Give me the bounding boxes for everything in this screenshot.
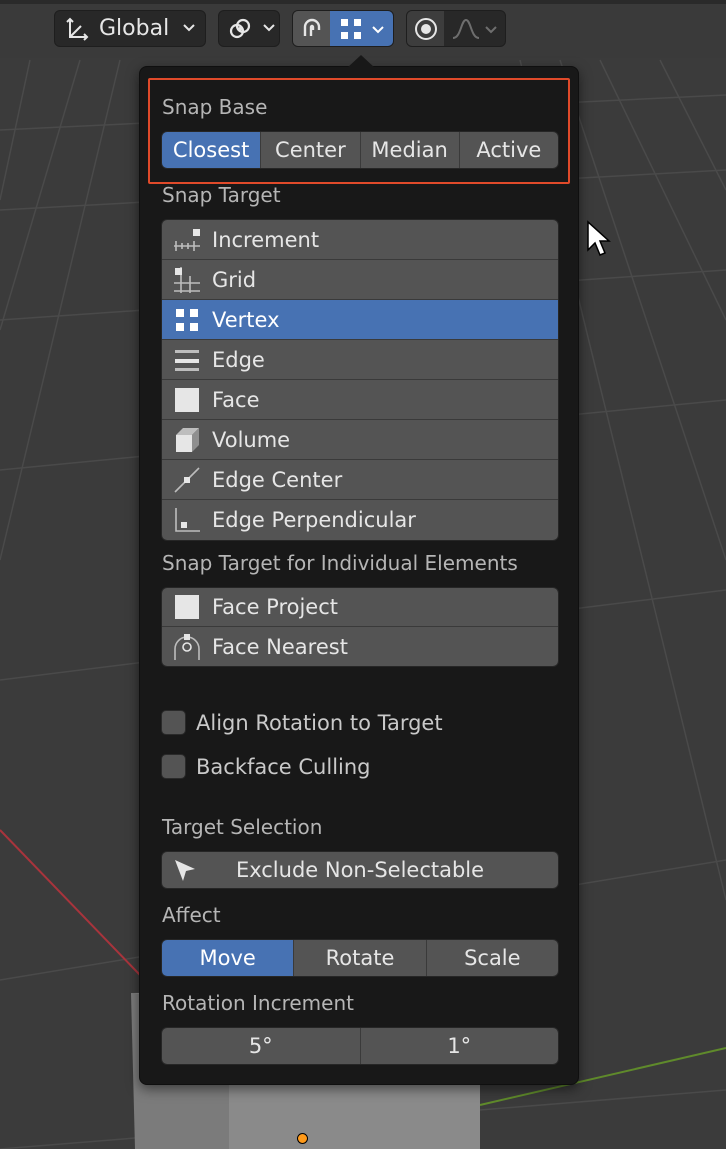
snap-target-face[interactable]: Face [162,380,558,420]
cursor-arrow-icon [162,857,206,883]
snap-target-label: Snap Target [162,183,281,207]
mouse-cursor-icon [586,220,612,262]
rotation-increment-fine[interactable]: 1° [360,1028,558,1064]
backface-culling-label: Backface Culling [196,754,371,779]
falloff-curve-icon [452,18,479,39]
snap-target-edge-label: Edge [212,347,265,372]
snap-target-list: Increment Grid Vertex Edge Face Volume E… [161,219,559,541]
rotation-increment-label: Rotation Increment [162,991,354,1015]
snap-target-volume[interactable]: Volume [162,420,558,460]
snap-target-edge[interactable]: Edge [162,340,558,380]
viewport-header: Global [0,0,726,58]
header-top-edge [0,0,726,4]
snap-face-nearest[interactable]: Face Nearest [162,627,558,666]
snap-base-median[interactable]: Median [360,132,460,168]
snap-base-closest[interactable]: Closest [162,132,262,168]
snap-base-label: Snap Base [162,95,268,119]
snap-target-vertex[interactable]: Vertex [162,300,558,340]
snap-target-increment[interactable]: Increment [162,220,558,260]
snap-target-edge-perpendicular[interactable]: Edge Perpendicular [162,500,558,540]
snap-toggle-button[interactable] [293,11,331,46]
snap-base-active[interactable]: Active [459,132,558,168]
affect-move[interactable]: Move [162,940,295,976]
edge-icon [162,340,212,379]
align-rotation-row[interactable]: Align Rotation to Target [161,710,443,735]
transform-orientation-dropdown[interactable]: Global [54,10,206,47]
snap-target-increment-label: Increment [212,227,320,252]
snap-target-grid-label: Grid [212,267,257,292]
snap-group [292,10,394,47]
grid-icon [162,260,212,299]
snap-target-volume-label: Volume [212,427,291,452]
snap-target-face-label: Face [212,387,260,412]
snap-target-grid[interactable]: Grid [162,260,558,300]
snap-face-project[interactable]: Face Project [162,588,558,627]
snap-face-project-label: Face Project [212,595,339,619]
snap-face-nearest-label: Face Nearest [212,634,348,659]
face-project-icon [162,588,212,626]
snap-target-edge-center[interactable]: Edge Center [162,460,558,500]
popover-arrow [347,55,375,68]
increment-icon [162,220,212,259]
align-rotation-checkbox[interactable] [161,710,186,735]
snap-target-vertex-label: Vertex [212,307,280,332]
target-selection-value: Exclude Non-Selectable [235,858,485,882]
individual-elements-list: Face Project Face Nearest [161,587,559,667]
snap-element-dropdown[interactable] [330,11,393,46]
magnet-icon [303,18,320,36]
snap-base-center[interactable]: Center [261,132,361,168]
backface-culling-checkbox[interactable] [161,754,186,779]
volume-icon [162,420,212,459]
proportional-editing-toggle[interactable] [407,11,445,46]
snap-target-edge-center-label: Edge Center [212,467,343,492]
chevron-down-icon [261,19,277,39]
pivot-point-dropdown[interactable] [218,10,280,47]
target-selection-dropdown[interactable]: Exclude Non-Selectable [161,851,559,889]
vertex-icon [162,300,212,339]
face-icon [162,380,212,419]
affect-label: Affect [162,903,221,927]
proportional-editing-group [406,10,506,47]
snap-base-selector: Closest Center Median Active [161,131,559,169]
snapping-popover: Snap Base Closest Center Median Active S… [139,55,579,1085]
orientation-axes-icon [55,11,99,46]
rotation-increment-fields: 5° 1° [161,1027,559,1065]
chevron-down-icon [181,19,197,39]
target-selection-label: Target Selection [162,815,323,839]
snap-target-edge-perpendicular-label: Edge Perpendicular [212,508,416,532]
edge-perpendicular-icon [162,500,212,540]
affect-selector: Move Rotate Scale [161,939,559,977]
rotation-increment-coarse[interactable]: 5° [162,1028,361,1064]
pivot-link-icon [219,11,261,46]
vertex-snap-icon [340,18,361,39]
individual-elements-label: Snap Target for Individual Elements [162,551,518,575]
proportional-circle-icon [414,17,437,40]
falloff-dropdown[interactable] [444,11,505,46]
affect-rotate[interactable]: Rotate [294,940,427,976]
affect-scale[interactable]: Scale [426,940,558,976]
object-origin-dot [297,1133,308,1144]
orientation-label: Global [99,16,170,41]
align-rotation-label: Align Rotation to Target [196,710,443,735]
face-nearest-icon [162,627,212,666]
backface-culling-row[interactable]: Backface Culling [161,754,371,779]
edge-center-icon [162,460,212,499]
